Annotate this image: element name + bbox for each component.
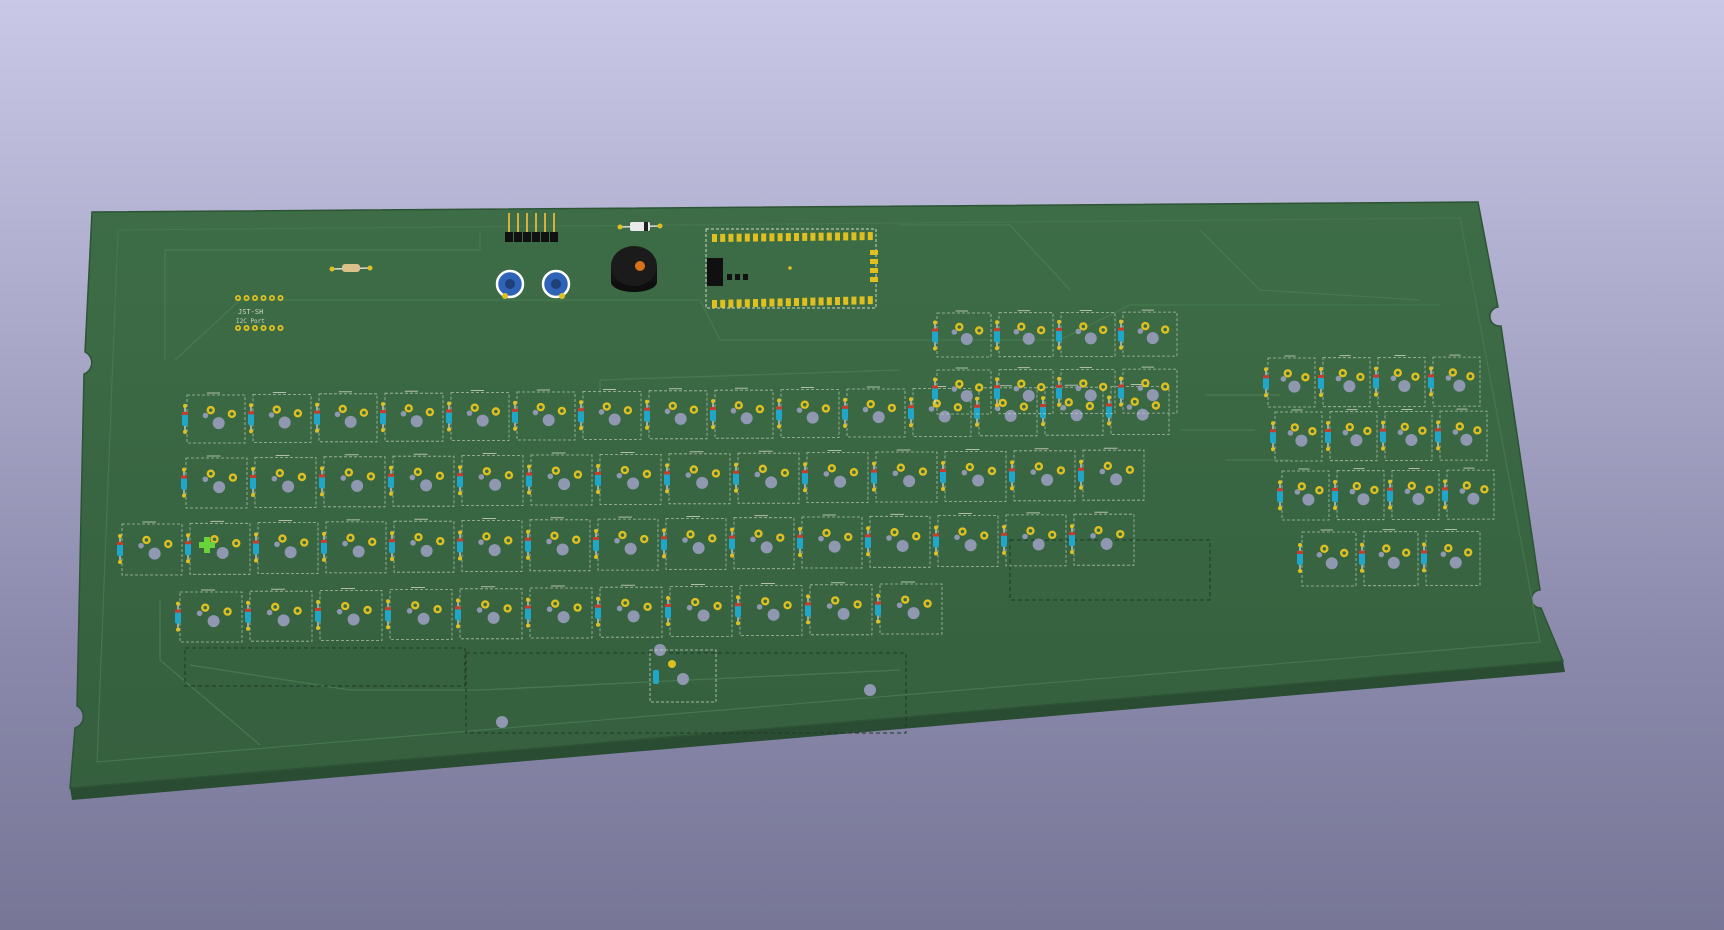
pcb-3d-scene: JST-SH I2C Port <box>69 201 1565 800</box>
capacitor-c2 <box>541 269 571 299</box>
3d-viewer-canvas[interactable]: JST-SH I2C Port <box>0 0 1724 930</box>
pcb-board[interactable] <box>69 201 1565 789</box>
capacitor-c1 <box>495 269 525 299</box>
jst-connector-sublabel: I2C Port <box>236 318 265 325</box>
buzzer-bz1 <box>611 246 657 292</box>
jst-connector-label: JST-SH <box>238 308 263 316</box>
